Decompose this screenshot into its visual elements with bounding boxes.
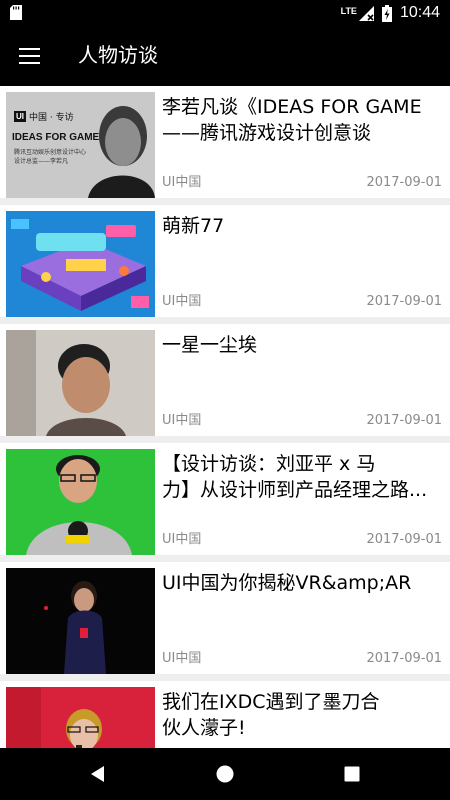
sd-card-icon [10, 5, 22, 20]
article-thumbnail [6, 330, 155, 436]
thumbnail-brand: UI 中国 · 专访 [14, 111, 74, 123]
article-card[interactable]: 我们在IXDC遇到了墨刀合 伙人濛子! [0, 681, 450, 748]
article-title: 我们在IXDC遇到了墨刀合 伙人濛子! [162, 691, 380, 739]
thumbnail-subtitle: 腾讯互动娱乐创意设计中心 [14, 149, 87, 156]
recents-square-icon[interactable] [338, 760, 366, 788]
article-card[interactable]: 萌新77 UI中国 2017-09-01 [0, 205, 450, 317]
article-thumbnail: UI 中国 · 专访 IDEAS FOR GAME 腾讯互动娱乐创意设计中心 设… [6, 92, 155, 198]
app-bar: 人物访谈 [0, 26, 450, 86]
battery-icon [381, 4, 392, 22]
article-list[interactable]: UI 中国 · 专访 IDEAS FOR GAME 腾讯互动娱乐创意设计中心 设… [0, 86, 450, 748]
article-title: 李若凡谈《IDEAS FOR GAME ——腾讯游戏设计创意谈 [162, 96, 422, 144]
article-card[interactable]: UI 中国 · 专访 IDEAS FOR GAME 腾讯互动娱乐创意设计中心 设… [0, 86, 450, 198]
back-triangle-icon[interactable] [84, 760, 112, 788]
status-time: 10:44 [399, 4, 440, 21]
article-source: UI中国 [162, 532, 202, 547]
article-date: 2017-09-01 [366, 413, 442, 428]
article-title: 一星一尘埃 [162, 334, 258, 356]
article-source: UI中国 [162, 175, 202, 190]
article-card[interactable]: UI中国为你揭秘VR&amp;AR UI中国 2017-09-01 [0, 562, 450, 674]
hamburger-menu-icon[interactable] [16, 42, 44, 70]
article-date: 2017-09-01 [366, 175, 442, 190]
article-date: 2017-09-01 [366, 651, 442, 666]
article-thumbnail [6, 211, 155, 317]
page-title: 人物访谈 [78, 43, 158, 67]
article-date: 2017-09-01 [366, 532, 442, 547]
thumbnail-headline: IDEAS FOR GAME [12, 132, 100, 143]
home-circle-icon[interactable] [211, 760, 239, 788]
article-date: 2017-09-01 [366, 294, 442, 309]
network-type-label: LTE [340, 6, 357, 16]
article-card[interactable]: 一星一尘埃 UI中国 2017-09-01 [0, 324, 450, 436]
navigation-bar [0, 748, 450, 800]
article-source: UI中国 [162, 651, 202, 666]
article-title: 【设计访谈：刘亚平 x 马 力】从设计师到产品经理之路... [162, 453, 428, 501]
article-thumbnail [6, 568, 155, 674]
status-bar: LTE 10:44 [0, 0, 450, 26]
article-card[interactable]: 【设计访谈：刘亚平 x 马 力】从设计师到产品经理之路... UI中国 2017… [0, 443, 450, 555]
article-source: UI中国 [162, 413, 202, 428]
ui-logo-icon: UI [14, 111, 26, 122]
thumbnail-credit: 设计总监——李若凡 [14, 158, 69, 165]
article-thumbnail [6, 449, 155, 555]
article-title: UI中国为你揭秘VR&amp;AR [162, 572, 412, 594]
article-thumbnail [6, 687, 155, 748]
article-title: 萌新77 [162, 215, 225, 237]
signal-icon [358, 5, 374, 21]
article-source: UI中国 [162, 294, 202, 309]
